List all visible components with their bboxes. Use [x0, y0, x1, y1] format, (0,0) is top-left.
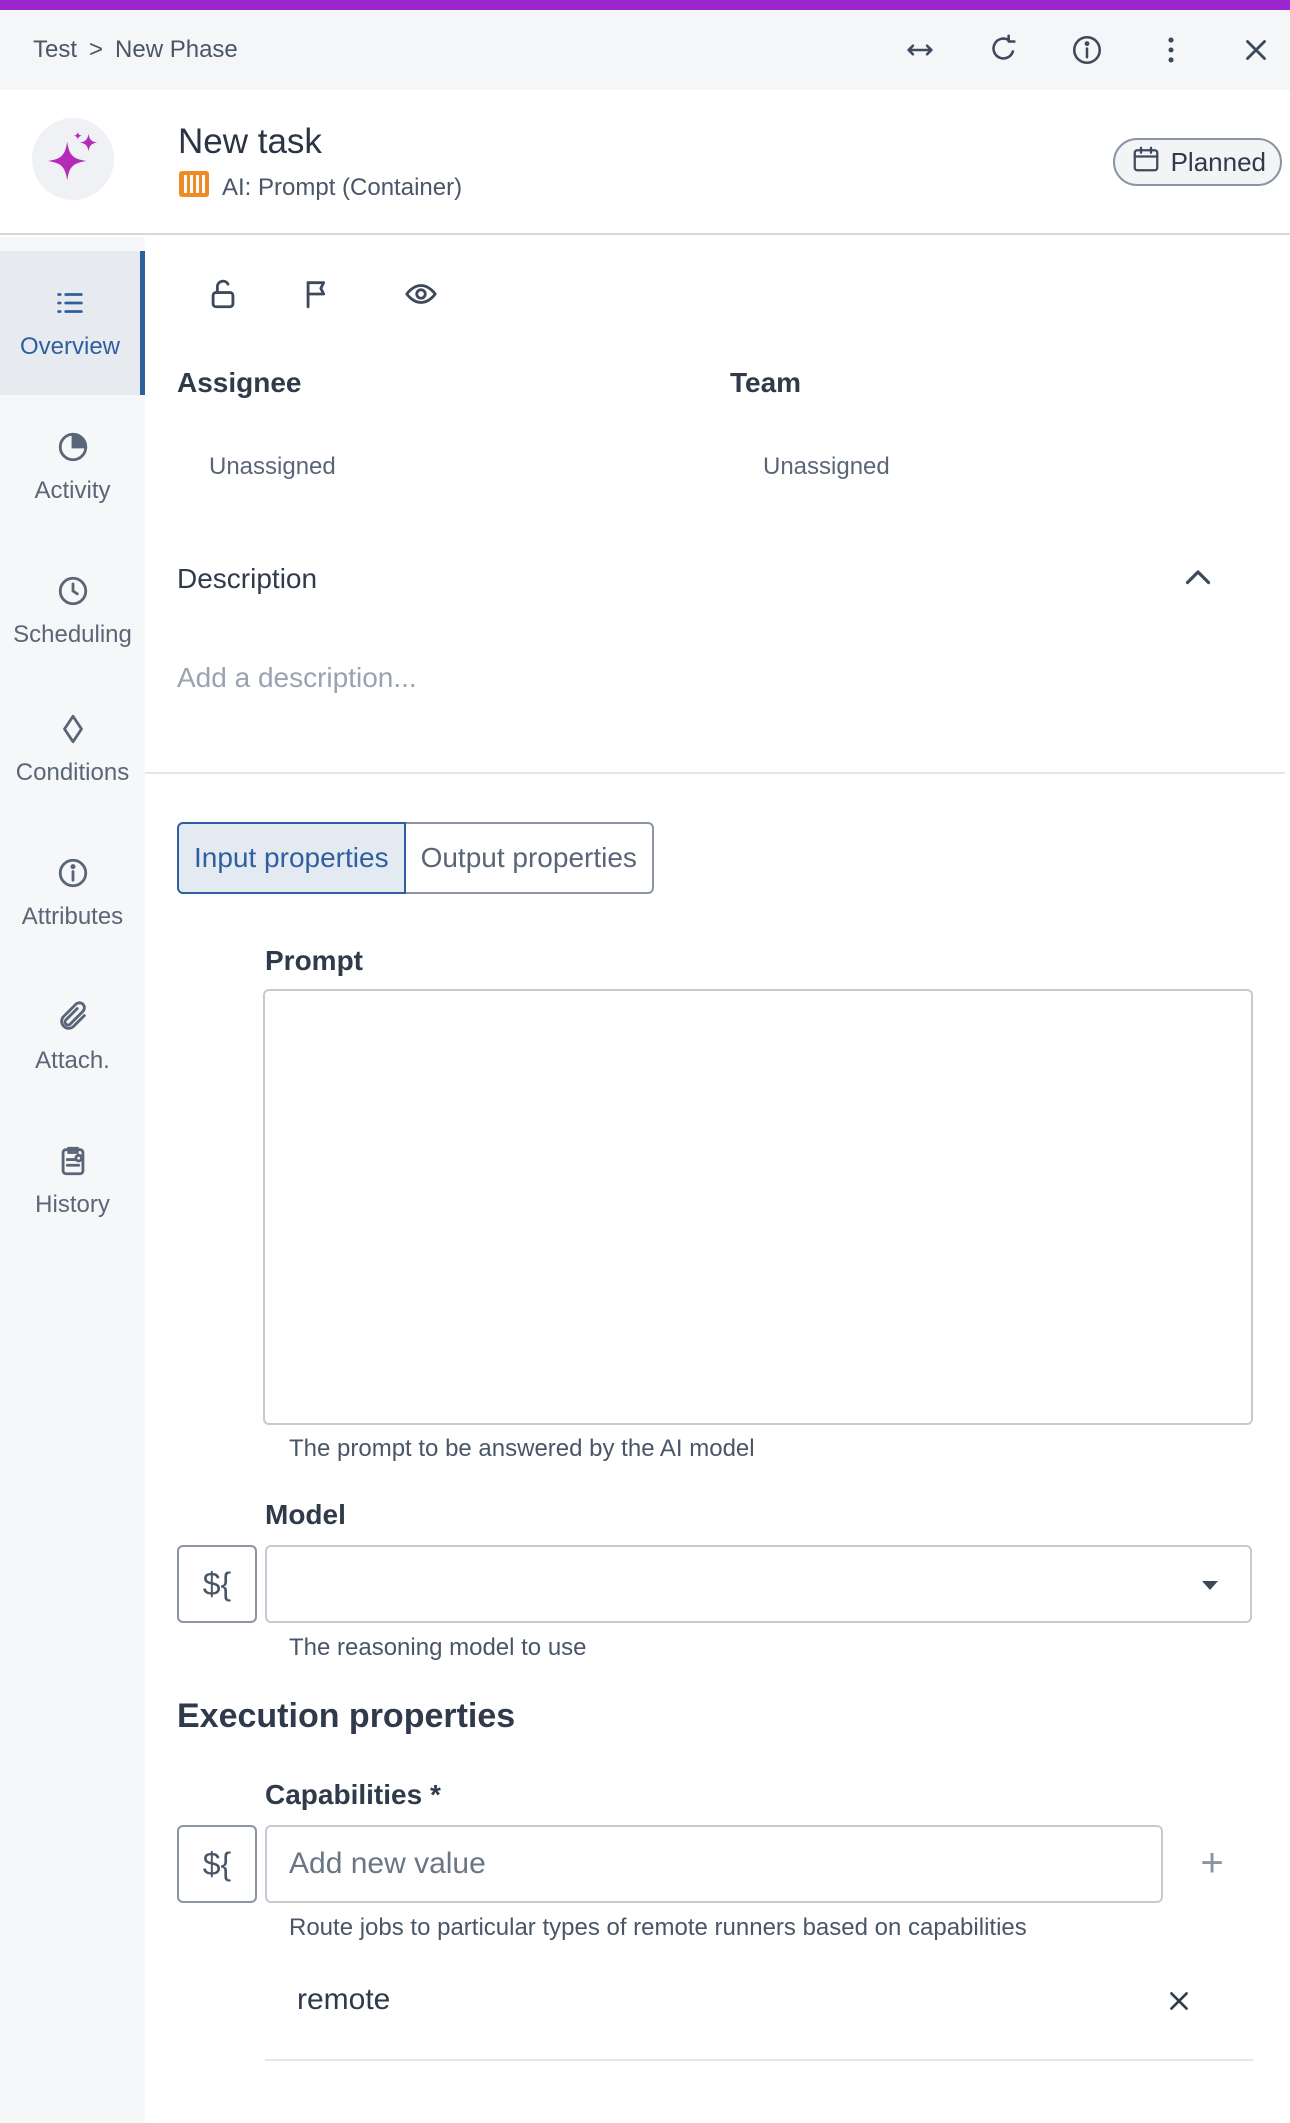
pie-icon — [56, 430, 90, 471]
more-vertical-icon[interactable] — [1141, 15, 1201, 85]
info-icon[interactable] — [1057, 15, 1117, 85]
sidebar-item-conditions[interactable]: Conditions — [0, 677, 145, 821]
properties-tabs: Input properties Output properties — [177, 822, 654, 894]
flag-icon[interactable] — [295, 271, 341, 317]
sidebar-item-label: Conditions — [15, 758, 130, 786]
capabilities-help: Route jobs to particular types of remote… — [289, 1914, 1027, 1941]
sidebar-item-label: History — [35, 1190, 110, 1218]
task-header: New task AI: Prompt (Container) Planned — [0, 90, 1290, 235]
status-badge[interactable]: Planned — [1112, 138, 1282, 186]
sidebar-item-scheduling[interactable]: Scheduling — [0, 539, 145, 683]
breadcrumb-parent[interactable]: Test — [33, 36, 77, 64]
sparkle-logo-icon — [32, 118, 114, 200]
chevron-up-icon[interactable] — [1175, 555, 1221, 601]
capabilities-input[interactable]: Add new value — [265, 1825, 1163, 1903]
sidebar-item-history[interactable]: History — [0, 1109, 145, 1253]
prompt-help: The prompt to be answered by the AI mode… — [289, 1435, 755, 1462]
description-label: Description — [177, 563, 318, 594]
execution-properties-title: Execution properties — [177, 1697, 516, 1735]
refresh-icon[interactable] — [973, 15, 1033, 85]
prompt-textarea[interactable] — [263, 989, 1253, 1425]
calendar-icon — [1131, 144, 1161, 181]
remove-capability-icon[interactable] — [1157, 1979, 1201, 2023]
container-type-icon — [178, 170, 210, 205]
sidebar-item-label: Activity — [34, 476, 111, 504]
breadcrumb-separator: > — [89, 36, 104, 63]
description-input[interactable]: Add a description... — [177, 662, 417, 694]
prompt-label: Prompt — [265, 945, 363, 976]
unlock-icon[interactable] — [200, 271, 246, 317]
team-label: Team — [730, 367, 802, 398]
task-title[interactable]: New task — [178, 122, 322, 162]
clipboard-icon — [56, 1144, 90, 1185]
breadcrumb-current: New Phase — [115, 36, 238, 63]
capability-value: remote — [297, 1983, 391, 2016]
sidebar-item-activity[interactable]: Activity — [0, 395, 145, 539]
capabilities-expression-button[interactable]: ${ — [177, 1825, 257, 1903]
chevron-down-icon — [1198, 1573, 1222, 1602]
task-type-label: AI: Prompt (Container) — [222, 173, 463, 201]
assignee-value[interactable]: Unassigned — [209, 453, 336, 481]
accent-bar — [0, 0, 1290, 10]
section-divider — [145, 772, 1285, 774]
top-bar: Test > New Phase — [0, 10, 1290, 90]
sidebar-item-label: Attach. — [35, 1046, 110, 1074]
sidebar-item-overview[interactable]: Overview — [0, 251, 145, 395]
list-icon — [53, 286, 87, 327]
info-icon — [56, 856, 90, 897]
tab-input-properties[interactable]: Input properties — [177, 822, 406, 894]
paperclip-icon — [56, 1000, 90, 1041]
model-label: Model — [265, 1499, 346, 1530]
breadcrumb: Test > New Phase — [33, 36, 238, 64]
eye-icon[interactable] — [398, 271, 444, 317]
task-type: AI: Prompt (Container) — [178, 170, 462, 205]
diamond-icon — [56, 712, 90, 753]
add-capability-button[interactable]: + — [1187, 1838, 1237, 1888]
capabilities-label: Capabilities * — [265, 1779, 441, 1810]
clock-icon — [56, 574, 90, 615]
model-expression-button[interactable]: ${ — [177, 1545, 257, 1623]
sidebar-item-label: Attributes — [21, 902, 124, 930]
tab-output-properties[interactable]: Output properties — [405, 822, 654, 894]
model-help: The reasoning model to use — [289, 1634, 587, 1661]
model-select[interactable] — [265, 1545, 1252, 1623]
sidebar-item-attributes[interactable]: Attributes — [0, 821, 145, 965]
team-value[interactable]: Unassigned — [763, 453, 890, 481]
sidebar-item-attachments[interactable]: Attach. — [0, 965, 145, 1109]
assignee-label: Assignee — [177, 367, 302, 398]
sidebar-item-label: Overview — [19, 332, 121, 360]
sidebar: Overview Activity Scheduling Conditions … — [0, 237, 145, 2123]
capability-divider — [265, 2059, 1253, 2061]
main-panel: Assignee Team Unassigned Unassigned Desc… — [145, 237, 1290, 2123]
sidebar-item-label: Scheduling — [13, 620, 132, 648]
status-label: Planned — [1170, 146, 1266, 177]
expand-horizontal-icon[interactable] — [890, 15, 950, 85]
close-icon[interactable] — [1226, 15, 1286, 85]
